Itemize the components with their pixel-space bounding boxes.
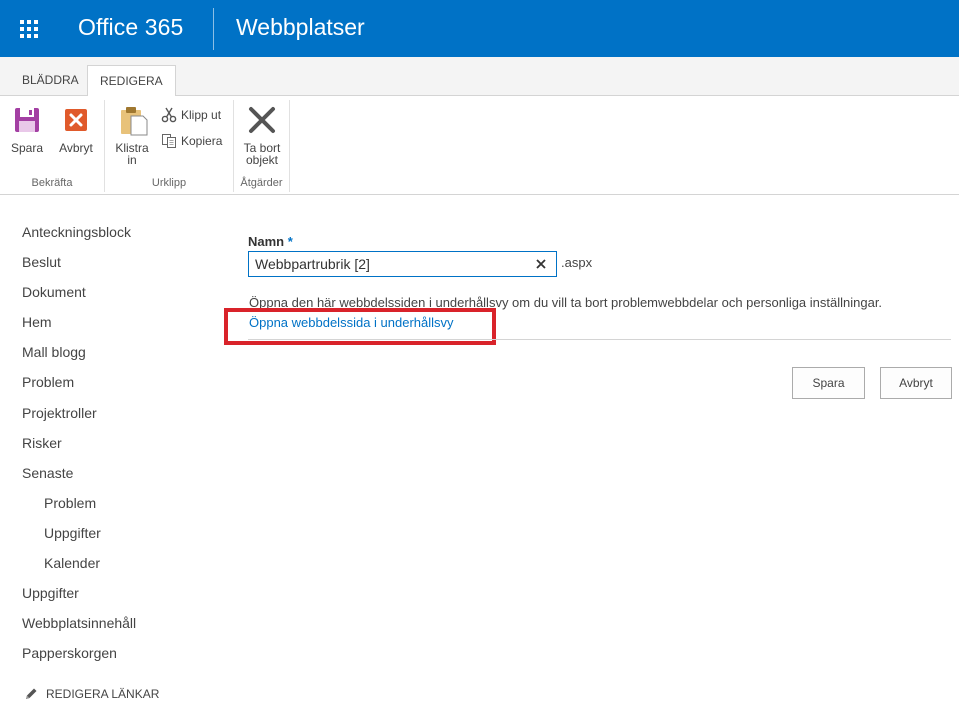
nav-item-webbplatsinnehall[interactable]: Webbplatsinnehåll — [22, 608, 212, 638]
edit-links-button[interactable]: REDIGERA LÄNKAR — [24, 687, 159, 701]
cancel-icon — [65, 109, 87, 131]
divider — [248, 339, 951, 340]
required-marker: * — [287, 234, 293, 249]
ribbon-group-clipboard: Klistra in Klipp ut Kopiera Urklipp — [105, 100, 234, 192]
scissors-icon — [161, 107, 177, 123]
ribbon-group-label-clipboard: Urklipp — [151, 177, 187, 189]
app-launcher-icon[interactable] — [0, 0, 57, 57]
suite-bar: Office 365 Webbplatser — [0, 0, 959, 57]
nav-item-dokument[interactable]: Dokument — [22, 277, 212, 307]
name-input[interactable] — [255, 256, 534, 272]
nav-subitem-problem[interactable]: Problem — [22, 488, 212, 518]
ribbon-paste-button[interactable]: Klistra in — [112, 104, 152, 166]
copy-icon — [162, 134, 176, 148]
nav-item-anteckningsblock[interactable]: Anteckningsblock — [22, 217, 212, 247]
ribbon-cut-label: Klipp ut — [181, 108, 222, 122]
nav-item-risker[interactable]: Risker — [22, 428, 212, 458]
save-icon — [15, 108, 39, 132]
ribbon-copy-button[interactable]: Kopiera — [161, 131, 222, 151]
ribbon: Spara Avbryt Bekräfta Klistra in Klipp u… — [0, 96, 959, 195]
name-field[interactable] — [248, 251, 557, 277]
ribbon-group-label-actions: Åtgärder — [240, 177, 283, 189]
ribbon-tab-row: BLÄDDRA REDIGERA — [0, 57, 959, 97]
nav-item-beslut[interactable]: Beslut — [22, 247, 212, 277]
save-button[interactable]: Spara — [792, 367, 865, 399]
maintenance-view-link[interactable]: Öppna webbdelssida i underhållsvy — [249, 315, 454, 330]
ribbon-save-label: Spara — [10, 141, 44, 155]
ribbon-delete-item-button[interactable]: Ta bort objekt — [240, 104, 284, 166]
nav-subitem-uppgifter[interactable]: Uppgifter — [22, 518, 212, 548]
clear-icon[interactable] — [534, 257, 548, 271]
nav-item-senaste[interactable]: Senaste — [22, 458, 212, 488]
delete-icon — [249, 107, 275, 133]
nav-item-mall-blogg[interactable]: Mall blogg — [22, 337, 212, 367]
edit-links-label: REDIGERA LÄNKAR — [46, 687, 160, 701]
file-extension: .aspx — [561, 255, 593, 270]
ribbon-group-actions: Ta bort objekt Åtgärder — [234, 100, 290, 192]
nav-item-projektroller[interactable]: Projektroller — [22, 398, 212, 428]
cancel-button[interactable]: Avbryt — [880, 367, 952, 399]
ribbon-cancel-button[interactable]: Avbryt — [56, 104, 96, 154]
nav-item-hem[interactable]: Hem — [22, 307, 212, 337]
nav-item-papperskorgen[interactable]: Papperskorgen — [22, 638, 212, 668]
tab-edit[interactable]: REDIGERA — [87, 65, 176, 97]
ribbon-cut-button[interactable]: Klipp ut — [161, 105, 221, 125]
suite-title[interactable]: Webbplatser — [236, 14, 365, 41]
name-field-label: Namn * — [248, 234, 293, 249]
ribbon-cancel-label: Avbryt — [59, 141, 93, 155]
ribbon-delete-label-2: objekt — [245, 153, 279, 167]
suite-divider — [213, 8, 214, 50]
left-navigation: Anteckningsblock Beslut Dokument Hem Mal… — [22, 217, 212, 668]
nav-subitem-kalender[interactable]: Kalender — [22, 548, 212, 578]
nav-item-uppgifter[interactable]: Uppgifter — [22, 578, 212, 608]
pencil-icon — [26, 688, 37, 699]
tab-browse[interactable]: BLÄDDRA — [10, 65, 91, 96]
ribbon-paste-label-2: in — [127, 153, 137, 167]
paste-icon — [121, 107, 148, 136]
ribbon-save-button[interactable]: Spara — [7, 104, 47, 154]
brand-logo[interactable]: Office 365 — [78, 14, 183, 41]
nav-item-problem[interactable]: Problem — [22, 367, 212, 397]
ribbon-group-confirm: Spara Avbryt Bekräfta — [0, 100, 105, 192]
name-label-text: Namn — [248, 234, 285, 249]
ribbon-copy-label: Kopiera — [181, 134, 223, 148]
ribbon-group-label-confirm: Bekräfta — [31, 177, 73, 189]
